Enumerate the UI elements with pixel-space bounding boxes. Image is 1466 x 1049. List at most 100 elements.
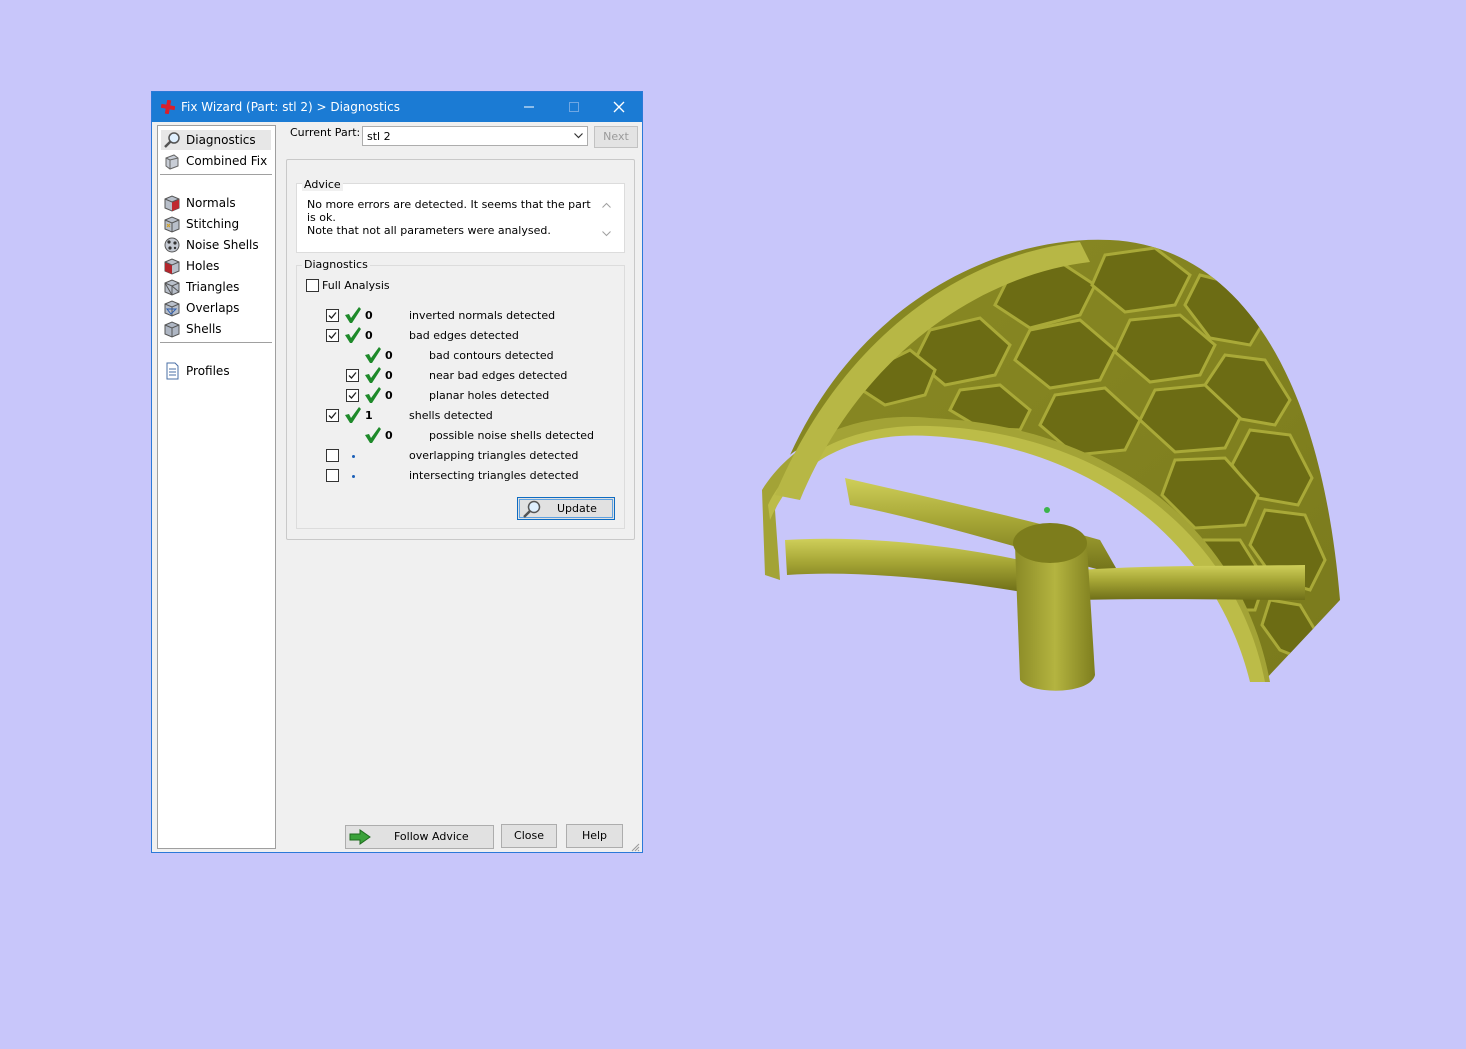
diagnostic-row-shells: 1 shells detected <box>152 406 632 426</box>
chevron-down-icon <box>574 133 583 139</box>
window-title: Fix Wizard (Part: stl 2) > Diagnostics <box>181 100 400 114</box>
current-part-label: Current Part: <box>290 126 361 139</box>
update-label: Update <box>557 502 597 515</box>
magnifier-icon <box>523 500 541 518</box>
diagnostic-label: bad edges detected <box>409 329 519 342</box>
follow-advice-button[interactable]: Follow Advice <box>345 825 494 849</box>
sidebar-item-combined-fix[interactable]: Combined Fix <box>161 151 271 171</box>
stitching-cube-icon <box>164 216 180 233</box>
honeycomb-dome-model <box>762 239 1340 691</box>
sidebar-item-diagnostics[interactable]: Diagnostics <box>161 130 271 150</box>
green-check-icon <box>345 327 361 343</box>
sidebar-item-noise-shells[interactable]: Noise Shells <box>161 235 271 255</box>
title-bar[interactable]: Fix Wizard (Part: stl 2) > Diagnostics <box>152 92 642 122</box>
advice-line: Note that not all parameters were analys… <box>307 224 551 237</box>
sidebar-item-label: Noise Shells <box>186 238 259 252</box>
diagnostic-label: planar holes detected <box>429 389 550 402</box>
near-bad-edges-checkbox[interactable] <box>346 369 359 382</box>
sidebar-item-label: Stitching <box>186 217 240 231</box>
triangles-cube-icon <box>164 279 180 296</box>
diagnostic-row-intersecting-triangles: intersecting triangles detected <box>152 466 632 486</box>
diagnostic-row-noise-shells: 0 possible noise shells detected <box>152 426 632 446</box>
advice-text: No more errors are detected. It seems th… <box>307 198 597 237</box>
diagnostic-count: 0 <box>385 369 393 382</box>
diagnostic-count: 1 <box>365 409 373 422</box>
bad-edges-checkbox[interactable] <box>326 329 339 342</box>
green-check-icon <box>365 427 381 443</box>
intersecting-triangles-checkbox[interactable] <box>326 469 339 482</box>
sidebar-item-stitching[interactable]: Stitching <box>161 214 271 234</box>
diagnostic-count: 0 <box>385 349 393 362</box>
sidebar-item-label: Holes <box>186 259 220 273</box>
advice-group-title: Advice <box>302 178 343 191</box>
checkmark-icon <box>348 392 357 399</box>
planar-holes-checkbox[interactable] <box>346 389 359 402</box>
sidebar-item-triangles[interactable]: Triangles <box>161 277 271 297</box>
minimize-icon <box>524 106 534 108</box>
sidebar-item-normals[interactable]: Normals <box>161 193 271 213</box>
combined-fix-icon <box>165 154 179 170</box>
diagnostic-count: 0 <box>365 309 373 322</box>
diagnostic-row-inverted-normals: 0 inverted normals detected <box>152 306 632 326</box>
diagnostic-label: shells detected <box>409 409 493 422</box>
close-button[interactable]: Close <box>501 824 557 848</box>
follow-advice-label: Follow Advice <box>394 830 469 843</box>
red-cross-app-icon <box>161 100 175 114</box>
diagnostic-count: 0 <box>365 329 373 342</box>
maximize-icon <box>569 102 579 112</box>
noise-shells-icon <box>164 237 180 253</box>
diagnostic-label: overlapping triangles detected <box>409 449 579 462</box>
sidebar-item-holes[interactable]: Holes <box>161 256 271 276</box>
sidebar-item-label: Diagnostics <box>186 133 256 147</box>
current-part-dropdown[interactable]: stl 2 <box>362 126 588 146</box>
diagnostic-row-bad-contours: 0 bad contours detected <box>152 346 632 366</box>
sidebar-divider <box>160 174 272 175</box>
update-button[interactable]: Update <box>517 497 615 520</box>
fix-wizard-dialog: Fix Wizard (Part: stl 2) > Diagnostics D… <box>151 91 643 853</box>
diagnostic-label: bad contours detected <box>429 349 554 362</box>
checkmark-icon <box>348 372 357 379</box>
current-part-value: stl 2 <box>367 130 391 143</box>
wizard-sidebar: Diagnostics Combined Fix Normals Stitchi… <box>157 125 276 849</box>
checkmark-icon <box>328 412 337 419</box>
full-analysis-label: Full Analysis <box>322 279 390 292</box>
advice-line: No more errors are detected. It seems th… <box>307 198 591 224</box>
green-check-icon <box>345 407 361 423</box>
shells-checkbox[interactable] <box>326 409 339 422</box>
normals-cube-icon <box>164 195 180 212</box>
diagnostic-label: near bad edges detected <box>429 369 568 382</box>
green-arrow-icon <box>349 829 371 845</box>
maximize-button[interactable] <box>551 92 597 122</box>
sidebar-item-label: Normals <box>186 196 236 210</box>
next-button[interactable]: Next <box>594 126 638 148</box>
diagnostic-row-overlapping-triangles: overlapping triangles detected <box>152 446 632 466</box>
resize-grip-icon[interactable] <box>630 842 640 852</box>
close-window-button[interactable] <box>596 92 642 122</box>
diagnostic-label: possible noise shells detected <box>429 429 595 442</box>
scroll-up-icon[interactable] <box>602 202 611 208</box>
holes-cube-icon <box>164 258 180 275</box>
diagnostic-row-planar-holes: 0 planar holes detected <box>152 386 632 406</box>
full-analysis-checkbox[interactable] <box>306 279 319 292</box>
sidebar-item-label: Combined Fix <box>186 154 268 168</box>
overlapping-triangles-checkbox[interactable] <box>326 449 339 462</box>
help-button[interactable]: Help <box>566 824 623 848</box>
checkmark-icon <box>328 312 337 319</box>
diagnostics-group-title: Diagnostics <box>302 258 370 271</box>
diagnostic-row-bad-edges: 0 bad edges detected <box>152 326 632 346</box>
close-icon <box>613 101 625 113</box>
magnifier-icon <box>164 132 180 148</box>
checkmark-icon <box>328 332 337 339</box>
scroll-down-icon[interactable] <box>602 231 611 237</box>
green-check-icon <box>365 367 381 383</box>
diagnostic-row-near-bad-edges: 0 near bad edges detected <box>152 366 632 386</box>
inverted-normals-checkbox[interactable] <box>326 309 339 322</box>
diagnostic-count: 0 <box>385 429 393 442</box>
green-check-icon <box>365 387 381 403</box>
not-analysed-dot-icon <box>352 475 355 478</box>
diagnostic-label: intersecting triangles detected <box>409 469 579 482</box>
diagnostic-label: inverted normals detected <box>409 309 556 322</box>
not-analysed-dot-icon <box>352 455 355 458</box>
green-check-icon <box>365 347 381 363</box>
minimize-button[interactable] <box>506 92 552 122</box>
